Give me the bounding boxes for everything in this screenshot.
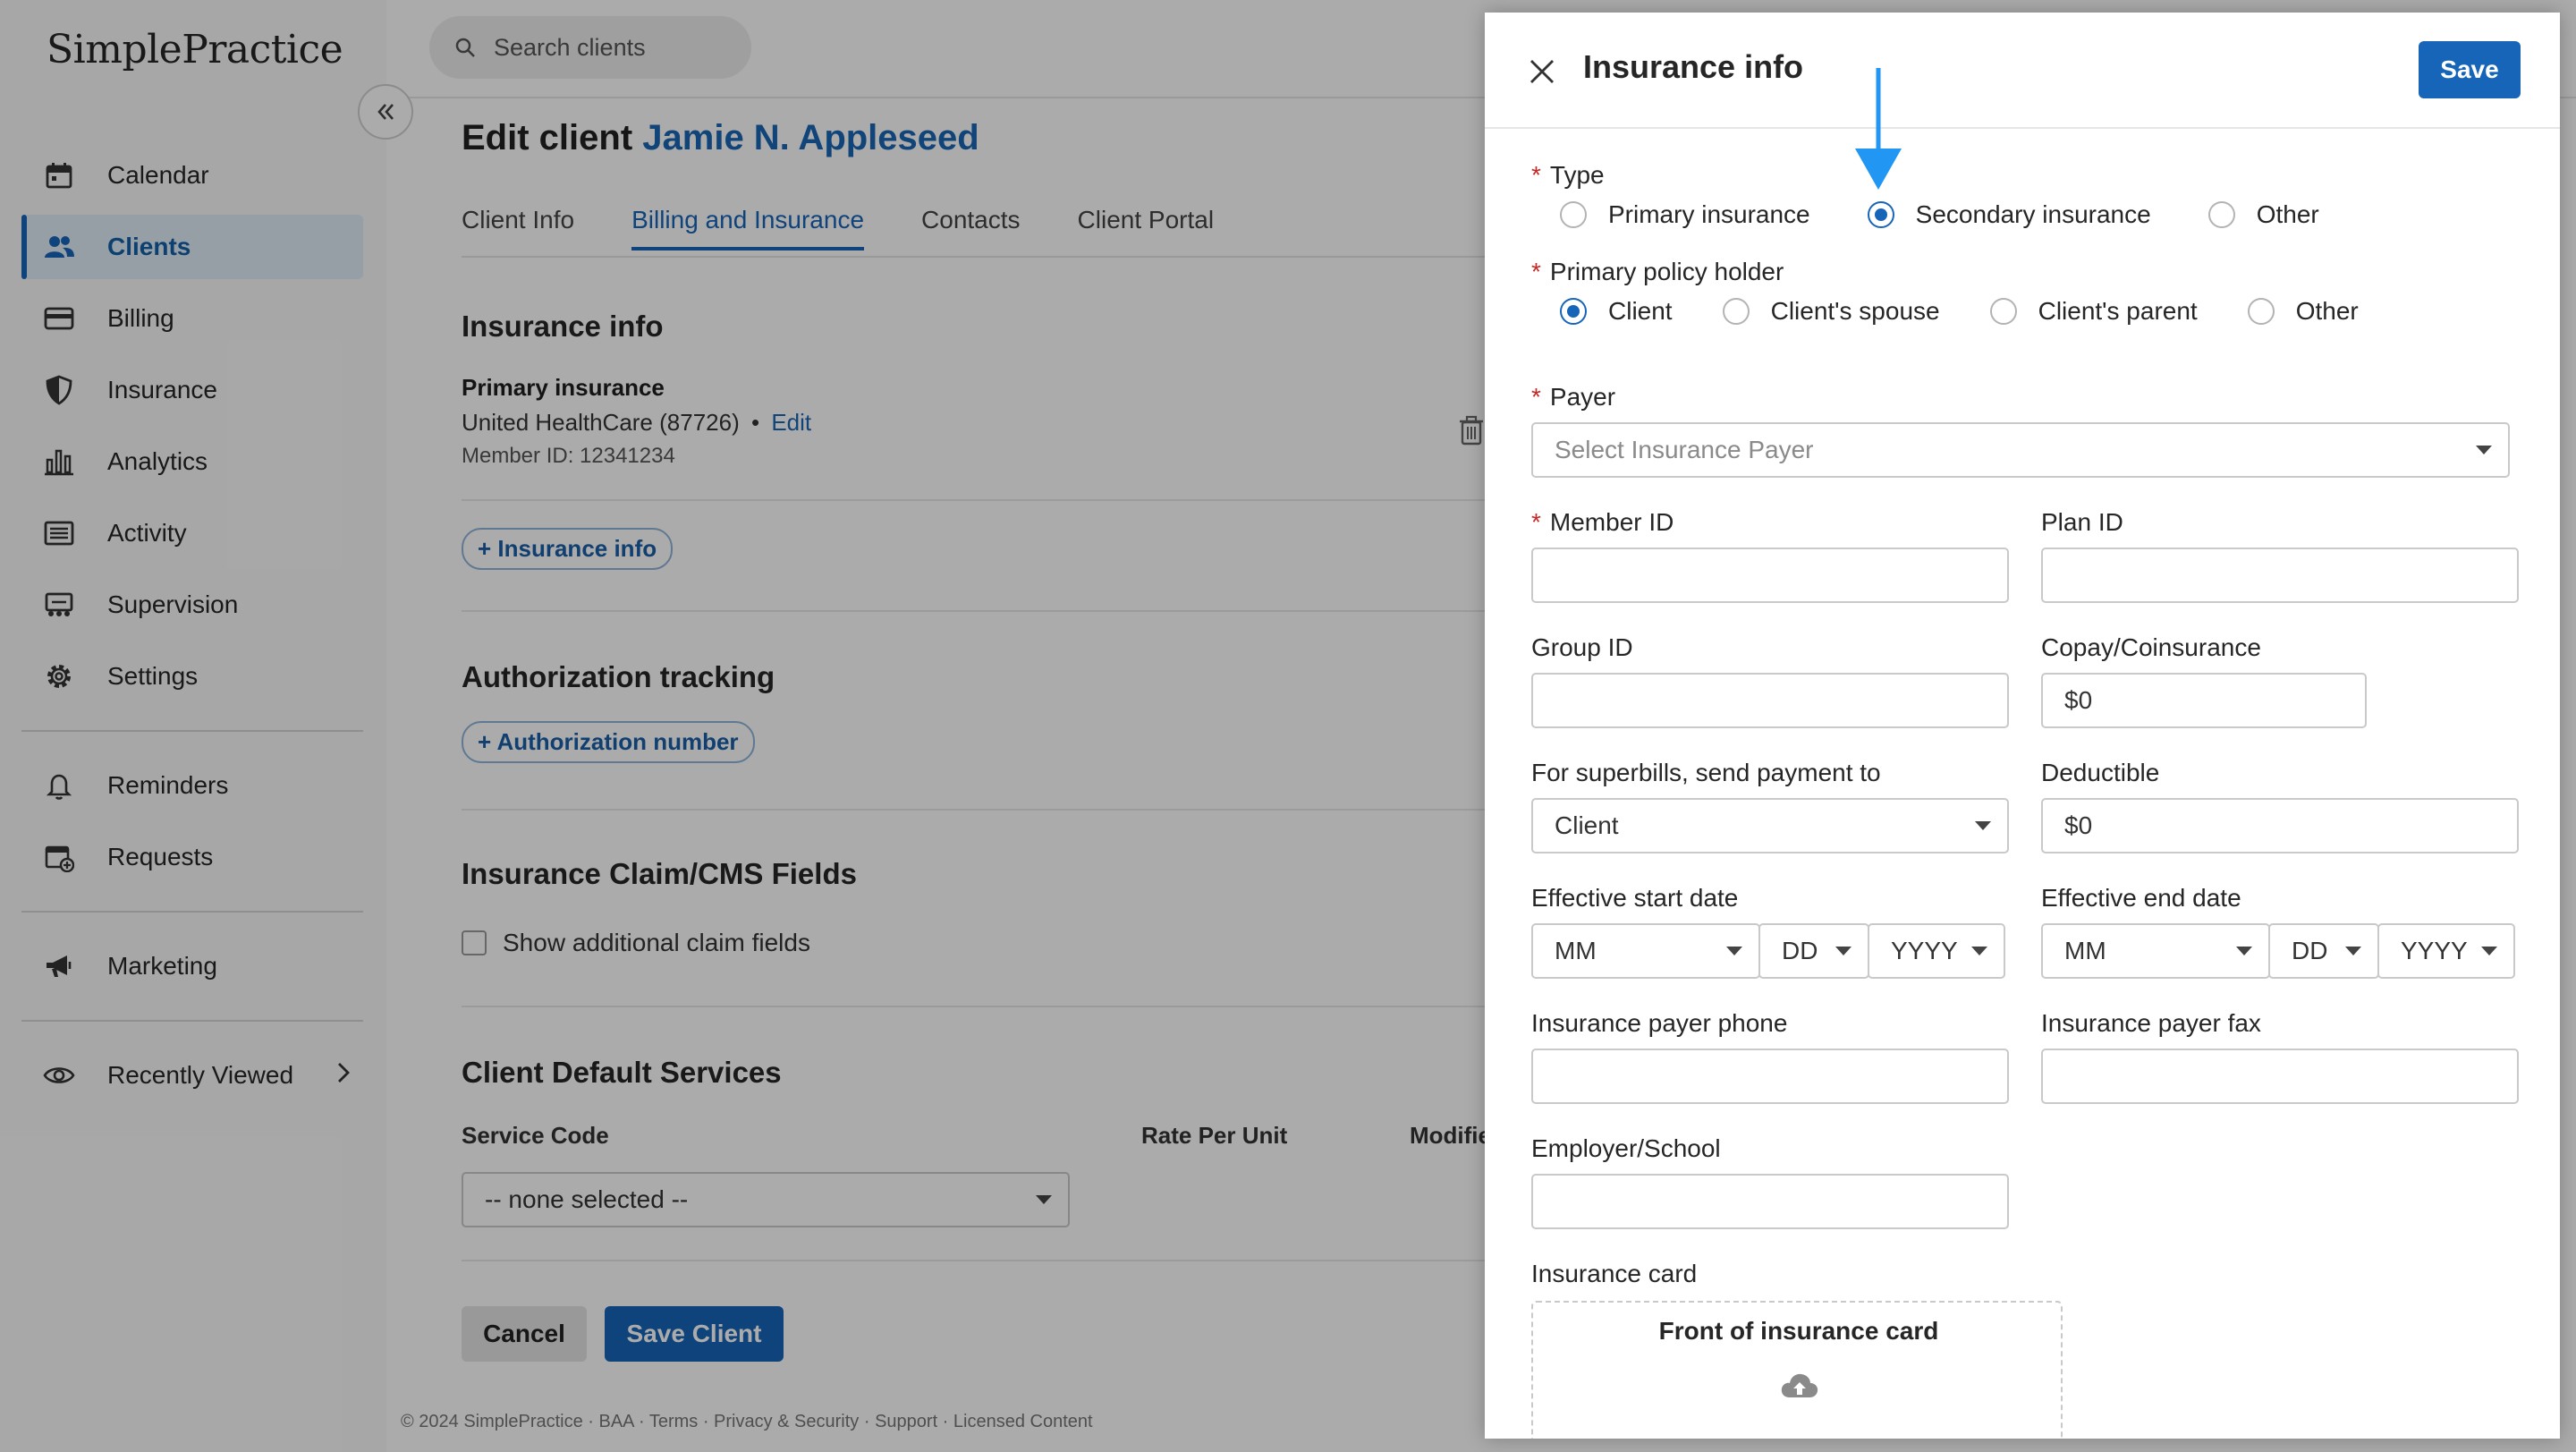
chevron-down-icon xyxy=(2236,947,2252,955)
type-label-text: Type xyxy=(1549,161,1605,189)
radio-holder-other[interactable]: Other xyxy=(2247,297,2359,326)
superbills-value: Client xyxy=(1555,811,1619,839)
required-mark: * xyxy=(1531,383,1541,411)
radio-button[interactable] xyxy=(2247,298,2275,325)
required-mark: * xyxy=(1531,508,1541,536)
insurance-info-drawer: Insurance info Save * Type Primary insura… xyxy=(1485,13,2560,1439)
radio-button[interactable] xyxy=(1722,298,1750,325)
radio-holder-parent[interactable]: Client's parent xyxy=(1989,297,2198,326)
group-id-label: Group ID xyxy=(1531,633,1633,661)
end-date-label: Effective end date xyxy=(2041,884,2241,912)
required-mark: * xyxy=(1531,161,1541,189)
employer-input[interactable] xyxy=(1531,1174,2009,1229)
payer-phone-input[interactable] xyxy=(1531,1049,2009,1104)
chevron-down-icon xyxy=(2476,446,2492,454)
end-year-value: YYYY xyxy=(2401,937,2468,964)
member-id-input[interactable] xyxy=(1531,548,2009,603)
save-button[interactable]: Save xyxy=(2419,41,2521,98)
type-label: * Type xyxy=(1531,161,1605,190)
radio-label: Secondary insurance xyxy=(1915,200,2151,228)
chevron-down-icon xyxy=(1975,821,1991,830)
start-year-value: YYYY xyxy=(1891,937,1958,964)
radio-label: Other xyxy=(2295,297,2359,325)
radio-label: Other xyxy=(2256,200,2319,228)
start-year-select[interactable]: YYYY xyxy=(1868,923,2005,979)
radio-button-selected[interactable] xyxy=(1560,298,1587,325)
start-day-select[interactable]: DD xyxy=(1758,923,1869,979)
radio-type-other[interactable]: Other xyxy=(2207,200,2319,229)
member-id-label: * Member ID xyxy=(1531,508,1674,537)
drawer-header: Insurance info Save xyxy=(1485,13,2560,129)
radio-label: Primary insurance xyxy=(1608,200,1810,228)
radio-secondary-insurance[interactable]: Secondary insurance xyxy=(1867,200,2151,229)
group-id-input[interactable] xyxy=(1531,673,2009,728)
superbills-select[interactable]: Client xyxy=(1531,798,2009,853)
end-day-select[interactable]: DD xyxy=(2268,923,2379,979)
copay-input[interactable]: $0 xyxy=(2041,673,2367,728)
radio-label: Client's parent xyxy=(2038,297,2198,325)
required-mark: * xyxy=(1531,258,1541,285)
radio-primary-insurance[interactable]: Primary insurance xyxy=(1560,200,1810,229)
end-day-value: DD xyxy=(2292,937,2328,964)
radio-holder-spouse[interactable]: Client's spouse xyxy=(1722,297,1940,326)
payer-fax-input[interactable] xyxy=(2041,1049,2519,1104)
radio-button[interactable] xyxy=(2207,201,2235,228)
radio-button[interactable] xyxy=(1560,201,1587,228)
end-month-select[interactable]: MM xyxy=(2041,923,2270,979)
radio-holder-client[interactable]: Client xyxy=(1560,297,1673,326)
member-id-label-text: Member ID xyxy=(1549,508,1674,536)
policy-holder-label-text: Primary policy holder xyxy=(1549,258,1784,285)
chevron-down-icon xyxy=(1726,947,1742,955)
start-month-select[interactable]: MM xyxy=(1531,923,1760,979)
chevron-down-icon xyxy=(2481,947,2497,955)
superbills-label: For superbills, send payment to xyxy=(1531,759,1881,786)
payer-phone-label: Insurance payer phone xyxy=(1531,1009,1788,1037)
front-card-label: Front of insurance card xyxy=(1658,1317,1939,1345)
payer-label-text: Payer xyxy=(1549,383,1616,411)
plan-id-label: Plan ID xyxy=(2041,508,2123,536)
plan-id-input[interactable] xyxy=(2041,548,2519,603)
chevron-down-icon xyxy=(1835,947,1852,955)
employer-label: Employer/School xyxy=(1531,1134,1721,1162)
radio-button-selected[interactable] xyxy=(1867,201,1894,228)
payer-fax-label: Insurance payer fax xyxy=(2041,1009,2261,1037)
end-year-select[interactable]: YYYY xyxy=(2377,923,2515,979)
radio-label: Client xyxy=(1608,297,1673,325)
policy-holder-radio-group: Client Client's spouse Client's parent O… xyxy=(1560,297,2359,326)
drawer-title: Insurance info xyxy=(1583,48,1804,85)
start-day-value: DD xyxy=(1782,937,1818,964)
cloud-upload-icon xyxy=(1780,1371,1819,1404)
payer-label: * Payer xyxy=(1531,383,1615,412)
start-date-label: Effective start date xyxy=(1531,884,1739,912)
front-card-upload[interactable]: Front of insurance card xyxy=(1531,1301,2063,1439)
copay-label: Copay/Coinsurance xyxy=(2041,633,2261,661)
radio-button[interactable] xyxy=(1989,298,2017,325)
type-radio-group: Primary insurance Secondary insurance Ot… xyxy=(1560,200,2319,229)
insurance-card-label: Insurance card xyxy=(1531,1260,1698,1287)
payer-select[interactable]: Select Insurance Payer xyxy=(1531,422,2510,478)
end-month-value: MM xyxy=(2064,937,2106,964)
payer-placeholder: Select Insurance Payer xyxy=(1555,436,1814,463)
close-icon[interactable] xyxy=(1524,54,1560,89)
radio-label: Client's spouse xyxy=(1770,297,1940,325)
start-month-value: MM xyxy=(1555,937,1597,964)
chevron-down-icon xyxy=(2345,947,2361,955)
annotation-arrow-icon xyxy=(1843,68,1914,198)
deductible-label: Deductible xyxy=(2041,759,2160,786)
chevron-down-icon xyxy=(1971,947,1987,955)
policy-holder-label: * Primary policy holder xyxy=(1531,258,1784,286)
deductible-input[interactable]: $0 xyxy=(2041,798,2519,853)
